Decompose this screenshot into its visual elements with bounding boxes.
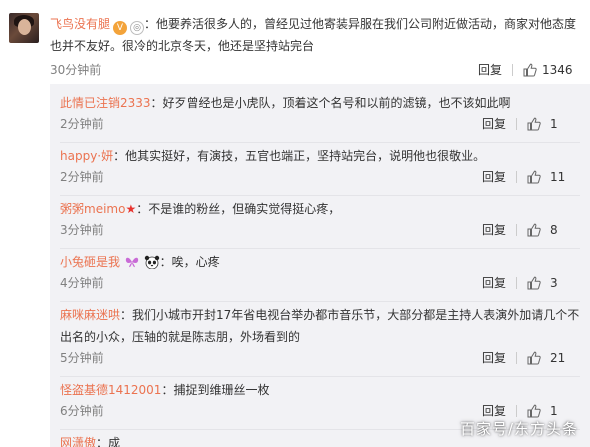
reply-text: happy·妍：他其实挺好，有演技，五官也端正，坚持站完台，说明他也很敬业。 [60,145,580,167]
reply-text: 粥粥meimo★：不是谁的粉丝，但确实觉得挺心疼， [60,198,580,220]
watermark: 百家号/东方头条 [459,420,578,438]
reply-body: ：好歹曾经也是小虎队，顶着这个名号和以前的滤镜，也不该如此啊 [150,96,511,110]
reply-meta-row: 3分钟前 回复 8 [50,220,590,240]
reply-username[interactable]: happy·妍 [60,149,113,163]
main-like-count: 1346 [542,63,573,77]
reply-text: 小兔砸是我 ：唉，心疼 [60,251,580,273]
butterfly-icon [125,257,139,268]
divider [516,118,517,130]
thumbs-up-icon[interactable] [527,170,541,184]
main-meta-row: 30分钟前 回复 1346 [0,60,590,80]
reply-text: 麻咪麻迷哄：我们小城市开封17年省电视台举办都市音乐节，大部分都是主持人表演外加… [60,304,580,348]
divider [512,64,513,76]
reply-body: ：不是谁的粉丝，但确实觉得挺心疼， [136,202,341,216]
divider [60,248,580,249]
divider [516,277,517,289]
reply-button[interactable]: 回复 [482,348,506,368]
reply-like-count: 1 [550,117,558,131]
avatar-face [18,19,31,35]
reply-body: ：成 [96,436,121,447]
reply-time: 2分钟前 [60,170,104,184]
reply-button[interactable]: 回复 [482,273,506,293]
reply-button[interactable]: 回复 [482,167,506,187]
replies-panel: 此情已注销2333：好歹曾经也是小虎队，顶着这个名号和以前的滤镜，也不该如此啊 … [50,84,590,447]
reply-time: 4分钟前 [60,276,104,290]
reply-text: 怪盗基德1412001：捕捉到维珊丝一枚 [60,379,580,401]
medal-icon: ◎ [130,21,145,35]
reply-body: ：捕捉到维珊丝一枚 [161,383,270,397]
reply-time: 6分钟前 [60,404,104,418]
avatar[interactable] [9,13,39,43]
reply-time: 2分钟前 [60,117,104,131]
reply-like-count: 11 [550,170,566,184]
main-comment-body: ：他要养活很多人的，曾经见过他寄装异服在我们公司附近做活动，商家对他态度也并不友… [50,17,577,53]
thumbs-up-icon[interactable] [527,276,541,290]
reply-meta-row: 2分钟前 回复 1 [50,114,590,134]
reply-meta-row: 4分钟前 回复 3 [50,273,590,293]
reply-username[interactable]: 麻咪麻迷哄 [60,308,120,322]
vip-badge-icon: V [113,21,128,35]
divider [60,195,580,196]
divider [60,376,580,377]
reply-button[interactable]: 回复 [482,220,506,240]
thumbs-up-icon[interactable] [527,223,541,237]
thumbs-up-icon[interactable] [527,351,541,365]
reply-username[interactable]: 网潇傲 [60,436,96,447]
reply-body: ：唉，心疼 [159,255,220,269]
star-icon: ★ [125,202,137,216]
main-comment-text: 飞鸟没有腿 V ◎ ：他要养活很多人的，曾经见过他寄装异服在我们公司附近做活动，商家对… [50,13,580,57]
divider [516,352,517,364]
main-reply-button[interactable]: 回复 [478,60,502,80]
reply-text: 此情已注销2333：好歹曾经也是小虎队，顶着这个名号和以前的滤镜，也不该如此啊 [60,92,580,114]
panda-icon [144,255,159,269]
main-comment: 飞鸟没有腿 V ◎ ：他要养活很多人的，曾经见过他寄装异服在我们公司附近做活动，商家对… [0,0,590,84]
reply-meta-row: 2分钟前 回复 11 [50,167,590,187]
reply-time: 3分钟前 [60,223,104,237]
main-time: 30分钟前 [50,63,102,77]
reply-username[interactable]: 小兔砸是我 [60,255,120,269]
divider [516,405,517,417]
divider [516,224,517,236]
reply-body: ：他其实挺好，有演技，五官也端正，坚持站完台，说明他也很敬业。 [113,149,486,163]
reply-username[interactable]: 此情已注销2333 [60,96,151,110]
thumbs-up-icon[interactable] [527,117,541,131]
reply-like-count: 21 [550,351,566,365]
divider [60,142,580,143]
reply-like-count: 8 [550,223,558,237]
reply-button[interactable]: 回复 [482,114,506,134]
reply-body: ：我们小城市开封17年省电视台举办都市音乐节，大部分都是主持人表演外加请几个不出… [60,308,580,344]
main-username[interactable]: 飞鸟没有腿 [50,17,110,31]
thumbs-up-icon[interactable] [523,63,537,77]
thumbs-up-icon[interactable] [527,404,541,418]
reply-username[interactable]: 怪盗基德1412001 [60,383,161,397]
reply-like-count: 3 [550,276,558,290]
reply-username[interactable]: 粥粥meimo [60,202,125,216]
divider [516,171,517,183]
divider [60,301,580,302]
reply-meta-row: 5分钟前 回复 21 [50,348,590,368]
reply-time: 5分钟前 [60,351,104,365]
